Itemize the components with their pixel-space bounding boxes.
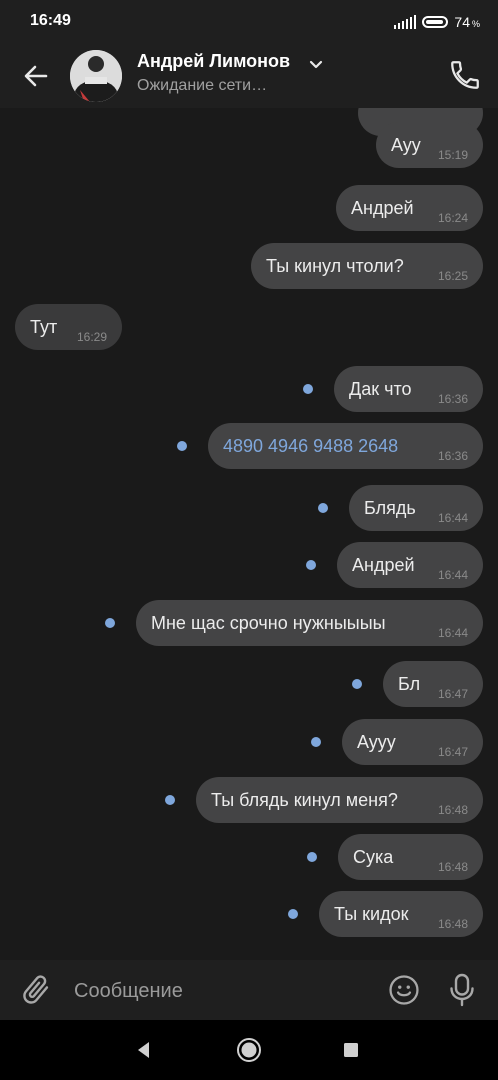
nav-home-icon[interactable] — [236, 1037, 262, 1063]
emoji-icon[interactable] — [387, 973, 421, 1007]
unread-indicator — [311, 737, 321, 747]
message-bubble[interactable]: 4890 4946 9488 2648 16:36 — [208, 423, 483, 469]
battery-level: 74% — [454, 14, 480, 30]
message-time: 16:47 — [437, 687, 468, 701]
phone-icon[interactable] — [448, 58, 482, 92]
unread-indicator — [288, 909, 298, 919]
message-time: 16:44 — [437, 626, 468, 640]
nav-recent-icon[interactable] — [343, 1042, 359, 1058]
message-text: Андрей — [352, 555, 415, 575]
message-bubble[interactable]: Блядь 16:44 — [349, 485, 483, 531]
unread-indicator — [177, 441, 187, 451]
contact-name[interactable]: Андрей Лимонов — [137, 51, 290, 72]
message-bubble[interactable]: Сука 16:48 — [338, 834, 483, 880]
message-time: 16:48 — [437, 803, 468, 817]
nav-back-icon[interactable] — [133, 1039, 155, 1061]
message-bubble[interactable]: Ты кидок 16:48 — [319, 891, 483, 937]
unread-indicator — [306, 560, 316, 570]
message-bubble[interactable]: Дак что 16:36 — [334, 366, 483, 412]
contact-status: Ожидание сети… — [137, 77, 268, 94]
message-text: Блядь — [364, 498, 416, 518]
unread-indicator — [318, 503, 328, 513]
message-text: Ты кинул чтоли? — [266, 256, 404, 276]
message-bubble[interactable]: Ты кинул чтоли? 16:25 — [251, 243, 483, 289]
message-text: Бл — [398, 674, 421, 694]
arrow-left-icon[interactable] — [18, 58, 54, 94]
message-time: 16:48 — [437, 917, 468, 931]
message-bubble[interactable]: Андрей 16:24 — [336, 185, 483, 231]
chat-header: Андрей Лимонов Ожидание сети… — [0, 44, 498, 108]
unread-indicator — [307, 852, 317, 862]
message-text: Сука — [353, 847, 394, 867]
message-text: Ты кидок — [334, 904, 409, 924]
battery-icon — [422, 16, 449, 28]
message-list[interactable]: Ауу 15:19 Андрей 16:24 Ты кинул чтоли? 16:25 Т… — [0, 108, 498, 960]
message-time: 16:48 — [437, 860, 468, 874]
unread-indicator — [165, 795, 175, 805]
message-text: Дак что — [349, 379, 412, 399]
message-text: Ты блядь кинул меня? — [211, 790, 398, 810]
unread-indicator — [303, 384, 313, 394]
message-text: Аууу — [357, 732, 396, 752]
message-bubble[interactable]: Мне щас срочно нужныыыы 16:44 — [136, 600, 483, 646]
message-time: 16:29 — [76, 330, 107, 344]
message-composer — [0, 960, 498, 1020]
message-time: 16:44 — [437, 568, 468, 582]
message-time: 16:24 — [437, 211, 468, 225]
message-link[interactable]: 4890 4946 9488 2648 — [223, 436, 398, 457]
message-time: 16:36 — [437, 449, 468, 463]
message-bubble[interactable]: Ты блядь кинул меня? 16:48 — [196, 777, 483, 823]
message-bubble[interactable]: Тут 16:29 — [15, 304, 122, 350]
unread-indicator — [352, 679, 362, 689]
avatar[interactable] — [70, 50, 122, 102]
status-indicators: 74% — [394, 12, 480, 32]
message-bubble[interactable]: Ауу 15:19 — [376, 122, 483, 168]
message-text: Андрей — [351, 198, 414, 218]
chevron-down-icon[interactable] — [308, 56, 324, 72]
system-nav-bar — [0, 1020, 498, 1080]
message-bubble[interactable]: Андрей 16:44 — [337, 542, 483, 588]
status-time: 16:49 — [30, 12, 71, 29]
unread-indicator — [105, 618, 115, 628]
message-text: Тут — [30, 317, 58, 337]
message-bubble[interactable]: Аууу 16:47 — [342, 719, 483, 765]
microphone-icon[interactable] — [447, 972, 477, 1008]
status-bar: 16:49 74% — [0, 0, 498, 44]
message-time: 15:19 — [437, 148, 468, 162]
message-time: 16:47 — [437, 745, 468, 759]
message-text: Ауу — [391, 135, 421, 155]
message-time: 16:36 — [437, 392, 468, 406]
message-bubble[interactable]: Бл 16:47 — [383, 661, 483, 707]
message-time: 16:44 — [437, 511, 468, 525]
message-time: 16:25 — [437, 269, 468, 283]
paperclip-icon[interactable] — [18, 972, 54, 1008]
signal-icon — [394, 15, 417, 29]
message-text: Мне щас срочно нужныыыы — [151, 613, 386, 633]
message-input[interactable] — [72, 974, 376, 1008]
